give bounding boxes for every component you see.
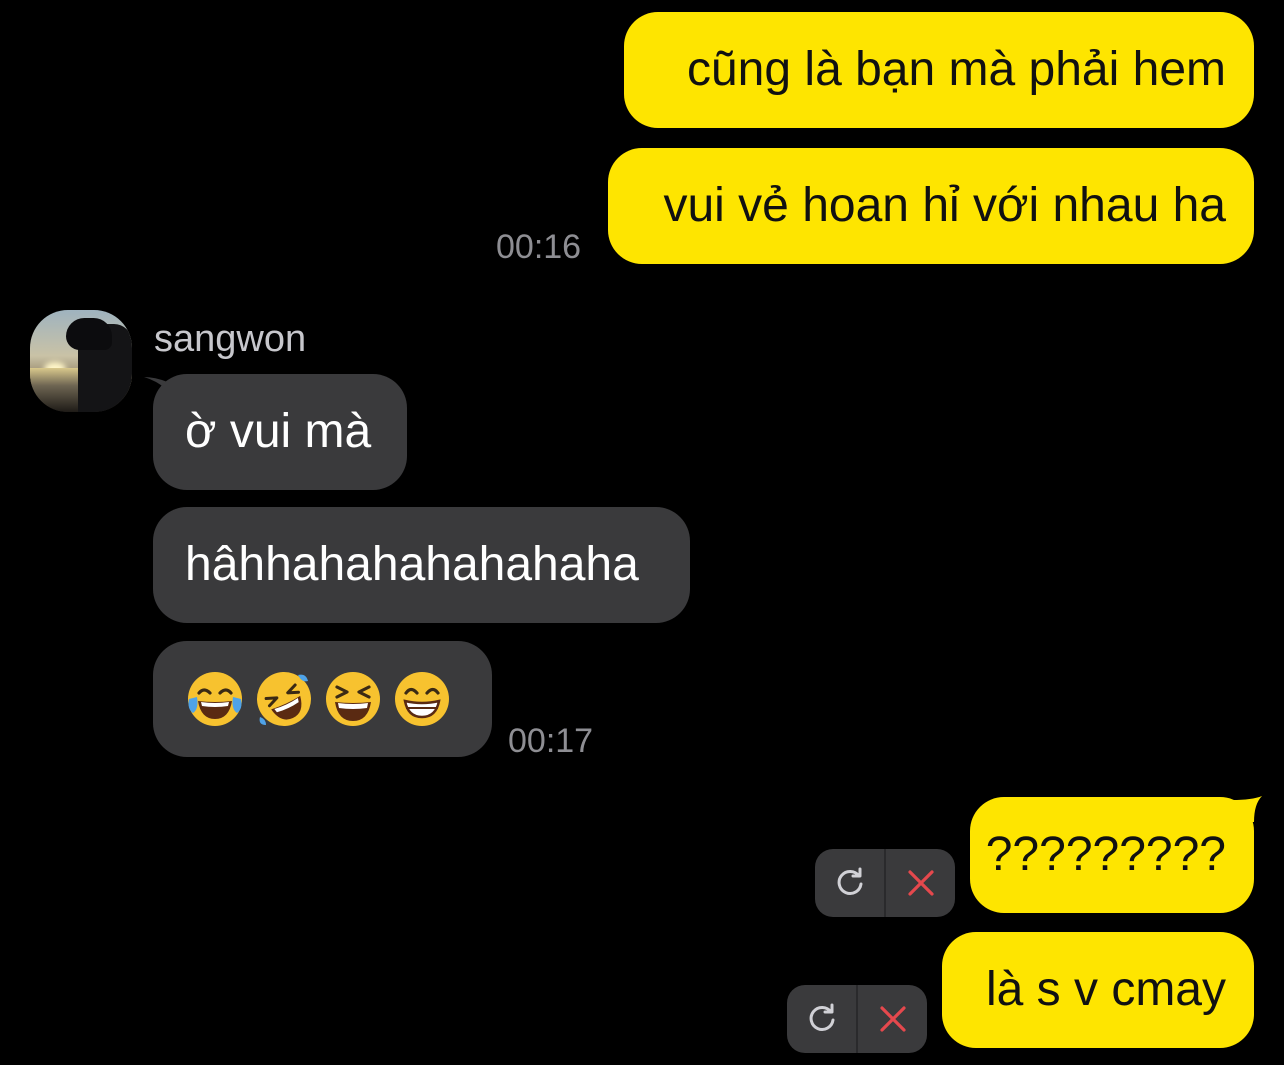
close-icon [879, 1006, 906, 1032]
failed-message-actions [815, 849, 955, 917]
outgoing-message[interactable]: là s v cmay [942, 932, 1254, 1048]
close-icon [907, 870, 934, 896]
message-text: vui vẻ hoan hỉ với nhau ha [663, 179, 1226, 232]
retry-button[interactable] [815, 849, 884, 917]
tears-of-joy-emoji-icon [188, 672, 242, 726]
incoming-emoji-message[interactable] [153, 641, 492, 757]
beaming-face-emoji-icon [395, 672, 449, 726]
delete-button[interactable] [886, 849, 955, 917]
message-timestamp: 00:16 [496, 228, 582, 266]
avatar-photo-hair [66, 318, 112, 350]
delete-button[interactable] [858, 985, 927, 1053]
message-text: cũng là bạn mà phải hem [686, 43, 1226, 96]
sender-avatar[interactable] [30, 310, 132, 412]
message-text: ????????? [985, 828, 1226, 881]
message-timestamp: 00:17 [508, 722, 594, 760]
rolling-laughing-emoji-icon [257, 672, 311, 726]
grinning-squinting-emoji-icon [326, 672, 380, 726]
message-text: hâhhahahahahahaha [185, 538, 639, 591]
retry-button[interactable] [787, 985, 856, 1053]
incoming-message[interactable]: ờ vui mà [153, 374, 407, 490]
outgoing-message[interactable]: cũng là bạn mà phải hem [624, 12, 1254, 128]
sender-name[interactable]: sangwon [154, 320, 306, 358]
retry-icon [809, 1003, 834, 1031]
chat-screen: cũng là bạn mà phải hem vui vẻ hoan hỉ v… [0, 0, 1284, 1065]
outgoing-message[interactable]: vui vẻ hoan hỉ với nhau ha [608, 148, 1254, 264]
incoming-message[interactable]: hâhhahahahahahaha [153, 507, 690, 623]
failed-message-actions [787, 985, 927, 1053]
retry-icon [837, 867, 862, 895]
message-text: là s v cmay [985, 963, 1226, 1016]
message-text: ờ vui mà [185, 405, 372, 458]
outgoing-message[interactable]: ????????? [970, 797, 1254, 913]
